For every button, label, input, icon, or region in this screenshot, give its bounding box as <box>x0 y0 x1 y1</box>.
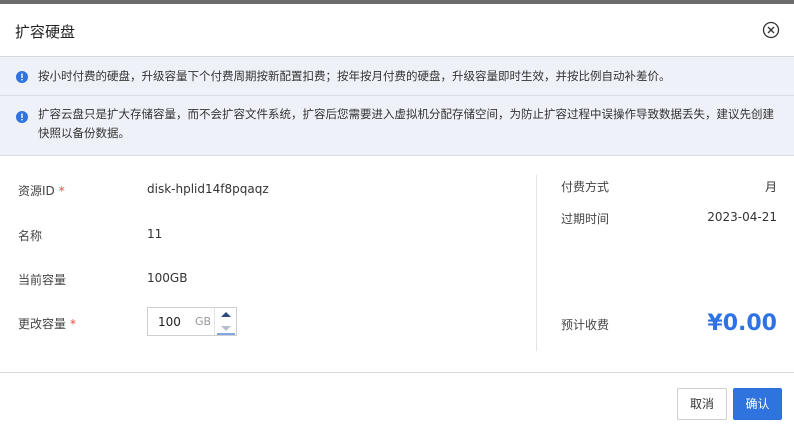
current-capacity-value: 100GB <box>147 271 188 285</box>
estimated-fee-label: 预计收费 <box>561 318 610 332</box>
required-mark: * <box>70 317 77 331</box>
dialog-header: 扩容硬盘 <box>0 4 794 57</box>
resize-form: 资源ID * disk-hplid14f8pqaqz 名称 11 当前容量 100… <box>0 156 794 372</box>
notice-billing: 按小时付费的硬盘，升级容量下个付费周期按新配置扣费；按年按月付费的硬盘，升级容量… <box>0 57 794 96</box>
cancel-button[interactable]: 取消 <box>677 388 727 420</box>
estimated-fee-value: ¥0.00 <box>707 311 777 336</box>
resource-id-label: 资源ID * <box>18 184 65 198</box>
info-icon <box>16 71 28 83</box>
expiry-value: 2023-04-21 <box>707 210 777 224</box>
name-value: 11 <box>147 227 163 241</box>
payment-method-value: 月 <box>764 180 777 194</box>
stepper-controls <box>214 308 236 335</box>
info-icon <box>16 111 28 123</box>
notice-text: 扩容云盘只是扩大存储容量，而不会扩容文件系统，扩容后您需要进入虚拟机分配存储空间… <box>38 107 774 140</box>
capacity-unit: GB <box>195 315 212 328</box>
name-label: 名称 <box>18 229 43 243</box>
increment-icon[interactable] <box>215 308 237 321</box>
footer-divider <box>0 372 794 373</box>
notice-filesystem: 扩容云盘只是扩大存储容量，而不会扩容文件系统，扩容后您需要进入虚拟机分配存储空间… <box>0 96 794 156</box>
decrement-icon[interactable] <box>215 322 237 335</box>
capacity-input[interactable]: 100 <box>158 315 181 329</box>
payment-method-label: 付费方式 <box>561 180 610 194</box>
notice-text: 按小时付费的硬盘，升级容量下个付费周期按新配置扣费；按年按月付费的硬盘，升级容量… <box>38 69 671 83</box>
confirm-button[interactable]: 确认 <box>733 388 782 420</box>
column-divider <box>536 175 537 351</box>
capacity-stepper[interactable]: 100 GB <box>147 307 237 336</box>
current-capacity-label: 当前容量 <box>18 273 67 287</box>
resource-id-value: disk-hplid14f8pqaqz <box>147 182 269 196</box>
change-capacity-label: 更改容量 * <box>18 317 77 331</box>
required-mark: * <box>58 184 65 198</box>
expiry-label: 过期时间 <box>561 212 610 226</box>
close-icon[interactable] <box>762 21 780 39</box>
dialog-title: 扩容硬盘 <box>15 23 76 41</box>
